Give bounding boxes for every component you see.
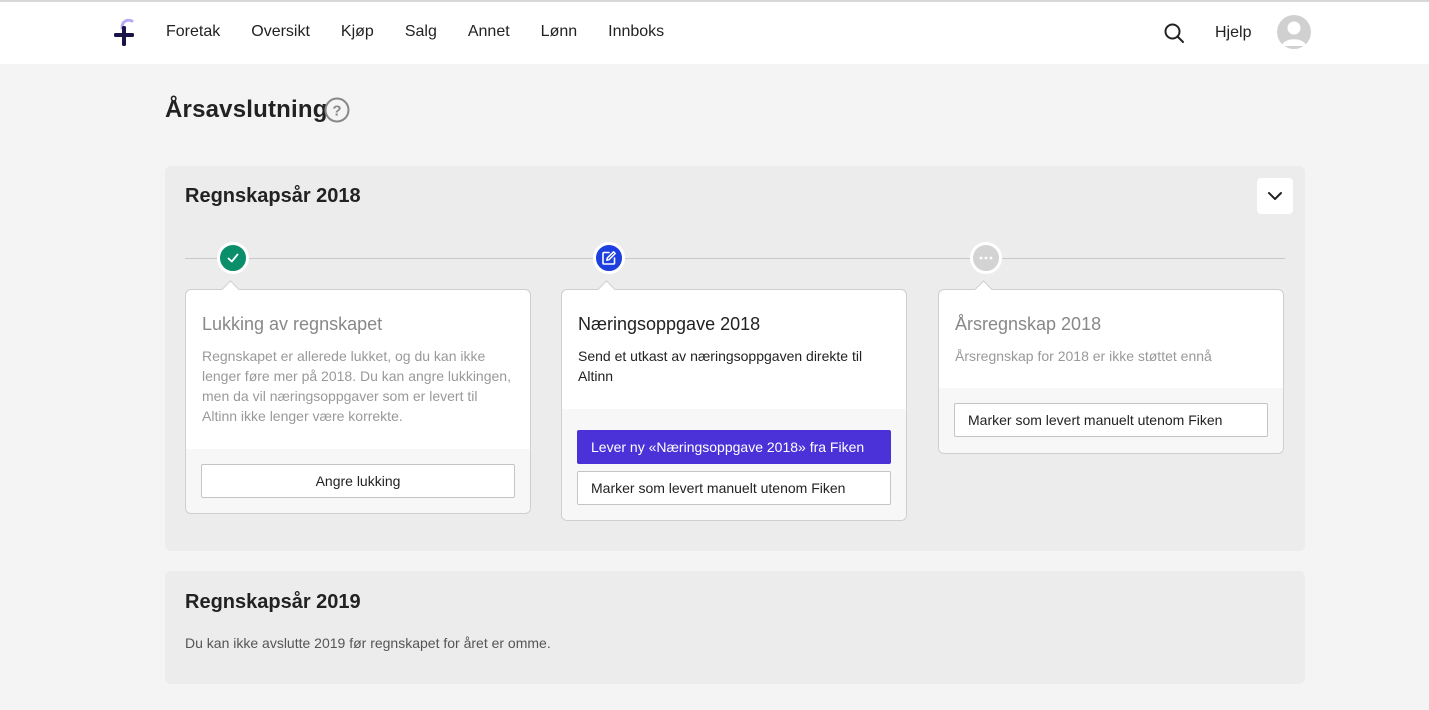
step-card-text: Årsregnskap for 2018 er ikke støttet enn…	[955, 348, 1212, 364]
nav-item-annet[interactable]: Annet	[468, 23, 510, 41]
page-title: Årsavslutning	[165, 96, 328, 123]
nav-item-kjop[interactable]: Kjøp	[341, 23, 374, 41]
step-card-text: Send et utkast av næringsoppgaven direkt…	[578, 348, 863, 384]
timeline-line	[185, 258, 1285, 259]
edit-icon	[602, 251, 616, 265]
year-panel-2019: Regnskapsår 2019 Du kan ikke avslutte 20…	[165, 571, 1305, 684]
undo-closing-button[interactable]: Angre lukking	[201, 464, 515, 498]
step-card-title: Lukking av regnskapet	[202, 314, 383, 334]
year-panel-title: Regnskapsår 2018	[185, 185, 361, 207]
nav-item-salg[interactable]: Salg	[405, 23, 437, 41]
svg-text:?: ?	[332, 103, 341, 120]
fiken-logo[interactable]	[110, 18, 138, 48]
question-circle-icon[interactable]: ?	[324, 97, 350, 123]
step-card-title: Næringsoppgave 2018	[578, 314, 761, 334]
step-card-footer: Marker som levert manuelt utenom Fiken	[939, 388, 1283, 453]
ellipsis-icon	[979, 256, 993, 260]
step-done-indicator	[217, 242, 249, 274]
check-icon	[227, 253, 239, 263]
submit-naeringsoppgave-button[interactable]: Lever ny «Næringsoppgave 2018» fra Fiken	[577, 430, 891, 464]
step-card-footer: Lever ny «Næringsoppgave 2018» fra Fiken…	[562, 409, 906, 520]
nav-item-lonn[interactable]: Lønn	[541, 23, 577, 41]
step-card-naeringsoppgave: Næringsoppgave 2018 Send et utkast av næ…	[561, 289, 907, 521]
step-card-arsregnskap: Årsregnskap 2018 Årsregnskap for 2018 er…	[938, 289, 1284, 454]
year-panel-2018: Regnskapsår 2018 Lukking av regnskapet R…	[165, 166, 1305, 551]
step-card-lukking: Lukking av regnskapet Regnskapet er alle…	[185, 289, 531, 514]
mark-delivered-manually-button[interactable]: Marker som levert manuelt utenom Fiken	[954, 403, 1268, 437]
step-card-footer: Angre lukking	[186, 449, 530, 513]
mark-delivered-manually-button[interactable]: Marker som levert manuelt utenom Fiken	[577, 471, 891, 505]
user-avatar-icon[interactable]	[1277, 15, 1311, 49]
collapse-button[interactable]	[1257, 178, 1293, 214]
nav-item-foretak[interactable]: Foretak	[166, 23, 220, 41]
main-nav: Foretak Oversikt Kjøp Salg Annet Lønn In…	[166, 23, 695, 41]
step-pending-indicator	[970, 242, 1002, 274]
help-link[interactable]: Hjelp	[1215, 24, 1251, 42]
step-card-title: Årsregnskap 2018	[955, 314, 1102, 334]
year-panel-description: Du kan ikke avslutte 2019 før regnskapet…	[185, 635, 551, 651]
top-navigation-bar: Foretak Oversikt Kjøp Salg Annet Lønn In…	[0, 0, 1429, 64]
chevron-down-icon	[1268, 192, 1282, 200]
step-card-text: Regnskapet er allerede lukket, og du kan…	[202, 348, 511, 424]
year-panel-title: Regnskapsår 2019	[185, 591, 361, 613]
step-active-indicator	[593, 242, 625, 274]
search-icon[interactable]	[1162, 21, 1186, 45]
nav-item-innboks[interactable]: Innboks	[608, 23, 664, 41]
nav-item-oversikt[interactable]: Oversikt	[251, 23, 310, 41]
